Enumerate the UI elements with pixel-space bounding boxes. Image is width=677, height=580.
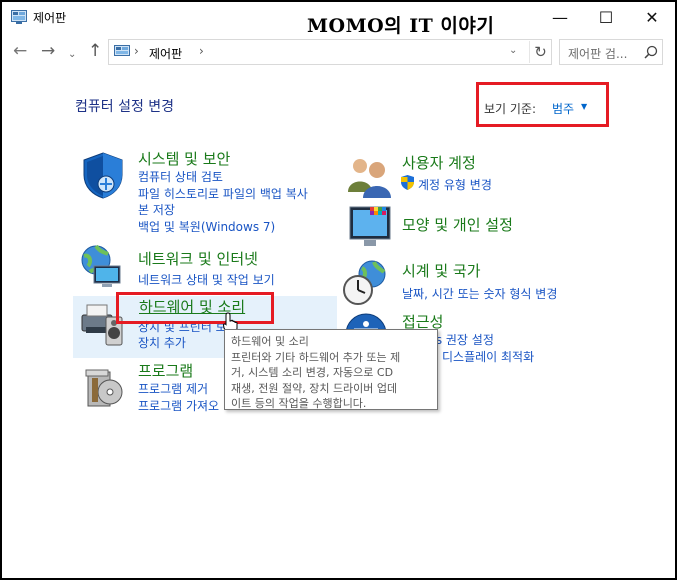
link-backup-restore[interactable]: 백업 및 복원(Windows 7) (138, 218, 275, 235)
link-add-device[interactable]: 장치 추가 (138, 334, 186, 351)
link-network-status[interactable]: 네트워크 상태 및 작업 보기 (138, 271, 275, 288)
link-file-history-backup-cont[interactable]: 본 저장 (138, 201, 175, 218)
user-accounts-icon[interactable] (344, 152, 394, 202)
recent-locations-chevron-icon[interactable]: ⌄ (68, 46, 76, 63)
search-input[interactable]: 제어판 검... (568, 45, 627, 62)
control-panel-icon (114, 45, 130, 56)
category-title-programs[interactable]: 프로그램 (138, 360, 193, 381)
dropdown-caret-icon[interactable]: ▼ (581, 102, 587, 111)
security-shield-icon[interactable] (78, 150, 128, 200)
highlight-box (116, 292, 274, 324)
view-by-dropdown[interactable]: 범주 (552, 100, 574, 117)
window-title: 제어판 (33, 11, 67, 25)
control-panel-icon (11, 10, 27, 24)
breadcrumb-separator[interactable]: › (199, 44, 204, 58)
tooltip-line: 프린터와 기타 하드웨어 추가 또는 제 (231, 350, 401, 364)
search-box[interactable]: 제어판 검... (559, 39, 663, 65)
hardware-sound-tooltip: 하드웨어 및 소리 프린터와 기타 하드웨어 추가 또는 제 거, 시스템 소리… (224, 329, 438, 410)
refresh-icon[interactable]: ↻ (529, 41, 551, 63)
address-bar[interactable]: › 제어판 › ⌄ ↻ (108, 39, 552, 65)
forward-arrow-icon[interactable]: → (41, 43, 55, 60)
category-title-user-accounts[interactable]: 사용자 계정 (402, 152, 476, 173)
tooltip-line: 거, 시스템 소리 변경, 자동으로 CD (231, 366, 394, 379)
category-title-system-security[interactable]: 시스템 및 보안 (138, 148, 230, 169)
back-arrow-icon[interactable]: ← (13, 43, 27, 60)
appearance-monitor-icon[interactable] (344, 203, 394, 253)
address-dropdown-chevron-icon[interactable]: ⌄ (509, 45, 517, 56)
up-arrow-icon[interactable]: ↑ (88, 43, 102, 60)
title-bar: 제어판 MOMO의 IT 이야기 — ☐ ✕ (2, 2, 675, 37)
link-change-account-type[interactable]: 계정 유형 변경 (418, 176, 492, 193)
search-icon[interactable] (644, 45, 658, 59)
link-review-computer-status[interactable]: 컴퓨터 상태 검토 (138, 168, 223, 185)
close-button[interactable]: ✕ (629, 2, 675, 32)
tooltip-line: 이트 등의 작업을 수행합니다. (231, 397, 367, 410)
control-panel-window: 제어판 MOMO의 IT 이야기 — ☐ ✕ ← → ⌄ ↑ › 제어판 › ⌄… (2, 2, 675, 578)
maximize-button[interactable]: ☐ (583, 2, 629, 32)
breadcrumb-control-panel[interactable]: 제어판 (149, 45, 182, 62)
breadcrumb-separator[interactable]: › (134, 44, 139, 58)
view-by-label: 보기 기준: (484, 102, 537, 116)
link-get-programs[interactable]: 프로그램 가져오 (138, 397, 219, 414)
link-uninstall-program[interactable]: 프로그램 제거 (138, 380, 208, 397)
link-optimize-display[interactable]: 디스플레이 최적화 (442, 348, 534, 365)
uac-shield-icon (401, 175, 414, 190)
clock-globe-icon[interactable] (342, 258, 392, 308)
tooltip-line: 하드웨어 및 소리 (231, 335, 309, 348)
category-title-clock-region[interactable]: 시계 및 국가 (402, 260, 481, 281)
tooltip-line: 재생, 전원 절약, 장치 드라이버 업데 (231, 381, 398, 395)
minimize-button[interactable]: — (537, 2, 583, 32)
navigation-bar: ← → ⌄ ↑ › 제어판 › ⌄ ↻ 제어판 검... (2, 32, 675, 72)
link-file-history-backup[interactable]: 파일 히스토리로 파일의 백업 복사 (138, 185, 308, 202)
link-change-date-time-format[interactable]: 날짜, 시간 또는 숫자 형식 변경 (402, 285, 557, 302)
page-title: 컴퓨터 설정 변경 (75, 99, 175, 115)
category-title-appearance[interactable]: 모양 및 개인 설정 (402, 214, 513, 235)
programs-box-icon[interactable] (80, 362, 130, 412)
network-globe-icon[interactable] (78, 242, 128, 292)
category-title-network-internet[interactable]: 네트워크 및 인터넷 (138, 248, 258, 269)
